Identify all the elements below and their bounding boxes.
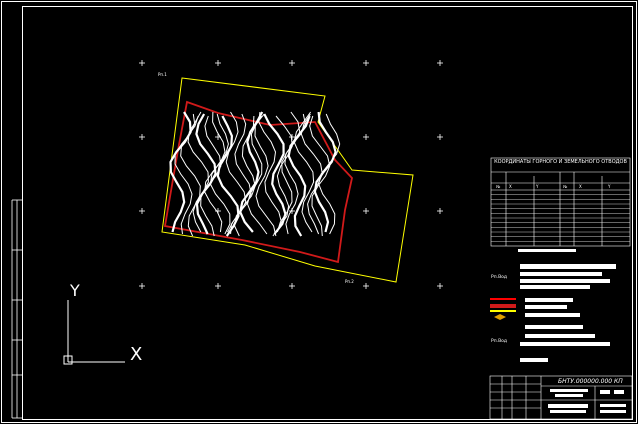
stamp-code: БНТУ.000000.000 КП [558,378,623,385]
ucs-x-axis-label: X [130,344,142,365]
col-4: № [563,184,568,189]
legend-symbol [494,314,506,320]
inner-frame [22,6,633,420]
coords-table-title: КООРДИНАТЫ ГОРНОГО И ЗЕМЕЛЬНОГО ОТВОДОВ [494,159,627,165]
legend-red-line [490,298,516,300]
col-6: Y [608,184,611,189]
drawing-canvas[interactable]: Рп.1 Рп.2 Y X Рп.Вод Рп.Вод БНТУ.000000.… [0,0,638,424]
legend-yellow-line [490,310,516,312]
contour-line [313,111,337,233]
legend-label-2: Рп.Вод [491,338,507,344]
land-allotment-boundary [161,77,414,283]
coordinates-table [490,157,631,247]
title-block-fills [548,389,626,413]
col-5: X [579,184,582,189]
topographic-contours [169,111,341,237]
ucs-icon [63,300,125,365]
col-1: № [496,184,501,189]
col-3: Y [536,184,539,189]
grid-crosses [139,60,443,289]
cad-drawing-viewport[interactable]: Рп.1 Рп.2 Y X Рп.Вод Рп.Вод БНТУ.000000.… [0,0,638,424]
contour-line [300,113,323,235]
legend-red-swatch [490,304,516,308]
point-label-2: Рп.2 [345,279,354,284]
legend-label-1: Рп.Вод [491,274,507,280]
point-label-1: Рп.1 [158,72,167,77]
coords-table-header: № X Y № X Y [491,184,630,190]
col-2: X [509,184,512,189]
contour-line [263,113,287,235]
ucs-y-axis-label: Y [69,281,80,300]
legend [518,249,616,362]
contour-line [209,113,231,235]
